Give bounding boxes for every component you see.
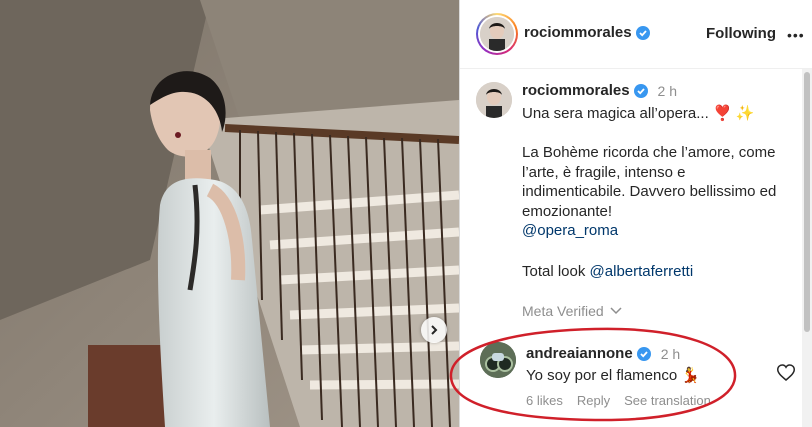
like-comment-button[interactable] [776,364,796,386]
comment-text: Yo soy por el flamenco 💃 [526,366,700,385]
caption-body-line: La Bohème ricorda che l’amore, come [522,144,776,161]
post-header: rociommorales Following ••• [460,0,812,69]
verified-badge-icon [635,25,650,40]
photo-image [0,0,459,427]
caption-time[interactable]: 2 h [658,83,677,99]
mention-link[interactable]: @albertaferretti [590,263,694,280]
comment-avatar-image [480,342,516,378]
total-look-label: Total look [522,263,590,280]
chevron-down-icon [610,307,622,315]
caption-emoji: ❣️ ✨ [712,105,755,122]
post-photo [0,0,459,427]
header-username-text[interactable]: rociommorales [524,24,632,41]
caption-line1-text: Una sera magica all’opera... [522,105,709,122]
mention-link[interactable]: @opera_roma [522,221,776,241]
reply-button[interactable]: Reply [577,393,610,408]
heart-icon [776,364,796,381]
next-photo-button[interactable] [421,317,447,343]
post-panel: rociommorales Following ••• rociommorale… [459,0,812,427]
more-options-button[interactable]: ••• [787,27,805,43]
caption-avatar[interactable] [476,82,512,118]
caption-avatar-image [476,82,512,118]
scrollbar-thumb[interactable] [804,72,810,332]
comment-actions: 6 likes Reply See translation [526,393,711,408]
meta-verified-toggle[interactable]: Meta Verified [522,303,622,319]
verified-badge-icon [633,83,648,98]
comment-time[interactable]: 2 h [661,346,680,362]
dancer-emoji: 💃 [681,367,700,384]
verified-badge-icon [636,346,651,361]
caption-username-text[interactable]: rociommorales [522,82,630,99]
comment-username-text[interactable]: andreaiannone [526,345,633,362]
account-avatar[interactable] [476,13,518,55]
caption-total-look: Total look @albertaferretti [522,262,693,282]
caption-body: La Bohème ricorda che l’amore, come l’ar… [522,143,776,241]
comment-body: Yo soy por el flamenco [526,366,678,384]
comment-username[interactable]: andreaiannone 2 h [526,345,680,362]
following-button[interactable]: Following [706,25,776,42]
caption-line1: Una sera magica all’opera... ❣️ ✨ [522,104,754,124]
header-username[interactable]: rociommorales [524,24,650,41]
caption-body-line: emozionante! [522,202,613,220]
comment-avatar[interactable] [480,342,516,378]
meta-verified-label[interactable]: Meta Verified [522,303,604,319]
avatar-image [480,17,514,51]
comment-likes-count[interactable]: 6 likes [526,393,563,408]
caption-body-line: indimenticabile. Davvero bellissimo ed [522,183,777,200]
see-translation-button[interactable]: See translation [624,393,711,408]
next-arrow-icon [431,325,438,335]
caption-body-line: l’arte, è fragile, intenso e [522,163,686,181]
caption-username[interactable]: rociommorales 2 h [522,82,677,99]
